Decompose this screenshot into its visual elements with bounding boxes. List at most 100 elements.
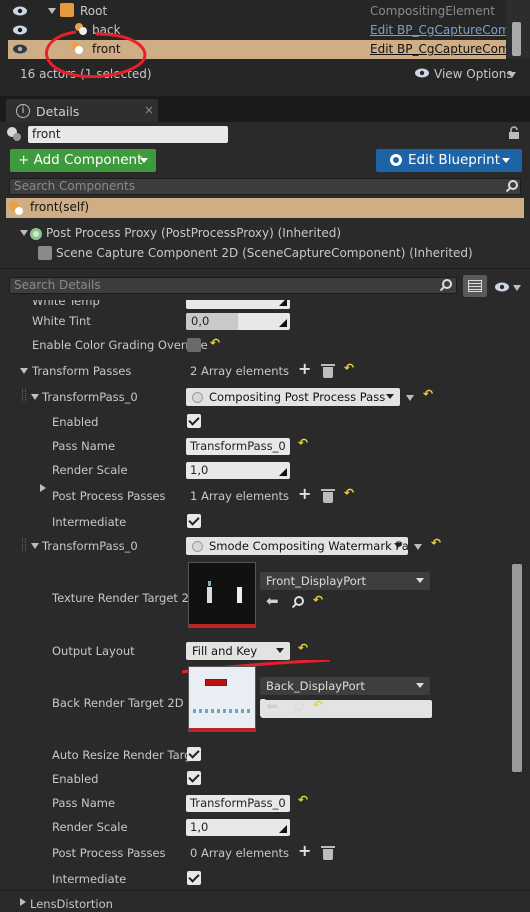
search-icon [505, 180, 518, 193]
browse-search-icon[interactable] [291, 701, 304, 714]
white-tint-input[interactable]: 0,0 [186, 313, 290, 330]
outliner-scrollbar[interactable] [506, 0, 530, 58]
add-element-icon[interactable]: + [298, 841, 311, 860]
white-temp-input[interactable] [186, 300, 290, 309]
reset-to-default-icon[interactable]: ↶ [298, 641, 308, 655]
actor-name-input[interactable]: front [28, 126, 228, 143]
visibility-eye-icon[interactable] [12, 5, 28, 17]
actor-icon [8, 200, 24, 216]
annotation-circle [45, 30, 147, 79]
edit-blueprint-link[interactable]: Edit BP_CgCaptureComp [370, 23, 506, 37]
back-displayport-thumbnail[interactable] [188, 666, 256, 732]
texture-render-target-label: Texture Render Target 2D [52, 591, 198, 605]
expand-arrow-icon[interactable] [20, 898, 26, 906]
texture-render-target-combo[interactable]: Front_DisplayPort [260, 572, 430, 590]
intermediate-checkbox[interactable] [187, 871, 201, 885]
reset-to-default-icon[interactable]: ↶ [298, 436, 308, 450]
visibility-eye-icon[interactable] [494, 281, 510, 293]
search-components-input[interactable]: Search Components [9, 178, 521, 195]
reset-to-default-icon[interactable]: ↶ [431, 536, 441, 550]
transform-pass-1-label: TransformPass_0 [42, 539, 138, 553]
view-options-eye-icon[interactable] [414, 67, 430, 79]
actor-icon [6, 126, 22, 142]
use-selected-arrow-icon[interactable]: ⬅ [266, 592, 279, 610]
chevron-down-icon[interactable] [414, 544, 422, 550]
add-component-button[interactable]: + Add Component [10, 149, 156, 172]
enabled-checkbox[interactable] [187, 414, 201, 428]
reset-to-default-icon[interactable]: ↶ [344, 361, 354, 375]
world-outliner: Root CompositingElement back Edit BP_CgC… [0, 0, 530, 96]
white-tint-label: White Tint [32, 314, 91, 328]
outliner-row-type: CompositingElement [370, 4, 495, 18]
front-displayport-thumbnail[interactable] [188, 562, 256, 628]
transform-passes-label: Transform Passes [32, 364, 132, 378]
render-scale-input[interactable]: 1,0 [186, 462, 290, 479]
chevron-down-icon [513, 285, 521, 291]
chevron-down-icon[interactable] [406, 395, 414, 401]
pass-name-input[interactable]: TransformPass_0 [186, 438, 290, 455]
reset-to-default-icon[interactable]: ↶ [313, 698, 323, 712]
outliner-row-label: Root [80, 4, 108, 18]
properties-list: White Temp White Tint 0,0 Enable Color G… [0, 300, 530, 912]
component-self-label: front(self) [30, 200, 90, 214]
view-options-button[interactable]: View Options [434, 67, 513, 81]
outliner-row-root[interactable]: Root CompositingElement [8, 2, 506, 21]
close-icon[interactable]: × [144, 103, 154, 117]
pass-name-label: Pass Name [52, 439, 116, 453]
intermediate-checkbox[interactable] [187, 514, 201, 528]
chevron-down-icon [508, 72, 516, 78]
back-render-target-combo[interactable]: Back_DisplayPort [260, 677, 430, 695]
reset-to-default-icon[interactable]: ↶ [210, 336, 220, 350]
expand-arrow-icon[interactable] [48, 8, 56, 14]
render-scale-label: Render Scale [52, 820, 128, 834]
trash-icon[interactable] [321, 489, 335, 503]
reset-to-default-icon[interactable]: ↶ [298, 793, 308, 807]
visibility-eye-icon[interactable] [12, 24, 28, 36]
expand-arrow-icon[interactable] [31, 543, 39, 549]
pass-name-input[interactable]: TransformPass_0 [186, 795, 290, 812]
expand-arrow-icon[interactable] [20, 230, 28, 236]
enabled-label: Enabled [52, 415, 99, 429]
render-scale-label: Render Scale [52, 463, 128, 477]
expand-arrow-icon[interactable] [40, 484, 46, 492]
trash-icon[interactable] [321, 846, 335, 860]
edit-blueprint-link[interactable]: Edit BP_CgCaptureComp [370, 42, 506, 56]
enabled-checkbox[interactable] [187, 771, 201, 785]
details-scrollbar[interactable] [512, 564, 522, 772]
expand-arrow-icon[interactable] [20, 368, 28, 374]
browse-search-icon[interactable] [291, 596, 304, 609]
drag-handle-icon[interactable] [22, 538, 26, 551]
tab-label: Details [36, 104, 80, 119]
trash-icon[interactable] [321, 364, 335, 378]
transform-passes-count: 2 Array elements [190, 364, 290, 378]
pass-class-combo[interactable]: Smode Compositing Watermark Pass [186, 537, 408, 555]
color-grading-checkbox[interactable] [187, 338, 201, 352]
visibility-eye-icon[interactable] [12, 43, 28, 55]
add-element-icon[interactable]: + [298, 359, 311, 378]
reset-to-default-icon[interactable]: ↶ [344, 486, 354, 500]
lock-icon[interactable] [508, 126, 520, 140]
output-layout-combo[interactable]: Fill and Key [186, 642, 290, 660]
component-scene-capture[interactable]: Scene Capture Component 2D (SceneCapture… [56, 246, 473, 260]
reset-to-default-icon[interactable]: ↶ [313, 593, 323, 607]
post-process-passes-count: 0 Array elements [190, 846, 290, 860]
component-post-process-proxy[interactable]: Post Process Proxy (PostProcessProxy) (I… [46, 226, 341, 240]
reset-to-default-icon[interactable]: ↶ [423, 387, 433, 401]
use-selected-arrow-icon[interactable]: ⬅ [266, 697, 279, 715]
search-details-input[interactable]: Search Details [9, 277, 457, 294]
gear-icon [390, 154, 402, 166]
pass-class-combo[interactable]: Compositing Post Process Pass [186, 388, 400, 406]
back-render-target-label: Back Render Target 2D [52, 696, 184, 710]
edit-blueprint-button[interactable]: Edit Blueprint [376, 149, 522, 172]
auto-resize-checkbox[interactable] [187, 747, 201, 761]
drag-handle-icon[interactable] [22, 389, 26, 402]
component-self-row[interactable]: front(self) [6, 198, 524, 218]
post-process-passes-label: Post Process Passes [52, 846, 166, 860]
tab-details[interactable]: i Details × [6, 99, 158, 122]
render-scale-input[interactable]: 1,0 [186, 819, 290, 836]
property-matrix-button[interactable] [463, 275, 487, 297]
add-element-icon[interactable]: + [298, 484, 311, 503]
details-panel: front + Add Component Edit Blueprint Sea… [0, 122, 530, 912]
expand-arrow-icon[interactable] [31, 394, 39, 400]
lens-distortion-label: LensDistortion [30, 897, 113, 911]
